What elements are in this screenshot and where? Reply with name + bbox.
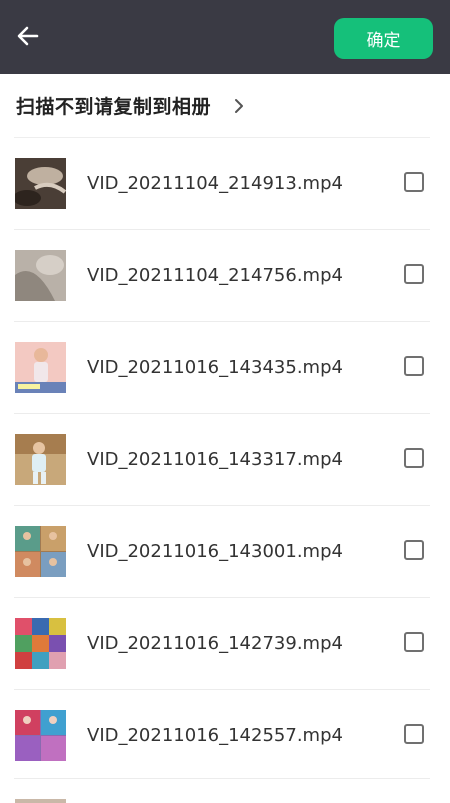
video-thumbnail	[15, 342, 66, 393]
file-name: VID_20211016_142557.mp4	[87, 725, 343, 746]
list-item[interactable]: VID_20211016_142557.mp4	[14, 689, 430, 781]
top-bar: 确定	[0, 0, 450, 74]
video-file-list: VID_20211104_214913.mp4 VID_20211104_214…	[0, 137, 450, 781]
arrow-left-icon	[16, 24, 40, 52]
file-name: VID_20211016_143001.mp4	[87, 541, 343, 562]
video-thumbnail	[15, 710, 66, 761]
list-item[interactable]: VID_20211016_143435.mp4	[14, 321, 430, 413]
copy-to-album-hint[interactable]: 扫描不到请复制到相册	[0, 74, 450, 136]
confirm-button[interactable]: 确定	[334, 18, 433, 59]
video-thumbnail	[15, 618, 66, 669]
file-name: VID_20211016_143435.mp4	[87, 357, 343, 378]
chevron-right-icon	[233, 97, 245, 115]
list-item[interactable]: VID_20211104_214756.mp4	[14, 229, 430, 321]
video-thumbnail	[15, 250, 66, 301]
list-item[interactable]: VID_20211104_214913.mp4	[14, 137, 430, 229]
file-name: VID_20211016_142739.mp4	[87, 633, 343, 654]
select-checkbox[interactable]	[404, 172, 424, 192]
hint-label: 扫描不到请复制到相册	[16, 95, 212, 118]
file-name: VID_20211016_143317.mp4	[87, 449, 343, 470]
video-thumbnail	[15, 434, 66, 485]
video-thumbnail	[15, 526, 66, 577]
file-name: VID_20211104_214756.mp4	[87, 265, 343, 286]
select-checkbox[interactable]	[404, 632, 424, 652]
list-item[interactable]: VID_20211016_142739.mp4	[14, 597, 430, 689]
list-item[interactable]: VID_20211016_143001.mp4	[14, 505, 430, 597]
select-checkbox[interactable]	[404, 356, 424, 376]
select-checkbox[interactable]	[404, 448, 424, 468]
select-checkbox[interactable]	[404, 724, 424, 744]
video-thumbnail	[15, 158, 66, 209]
list-item-partial	[14, 778, 430, 803]
select-checkbox[interactable]	[404, 540, 424, 560]
back-button[interactable]	[10, 20, 46, 56]
select-checkbox[interactable]	[404, 264, 424, 284]
file-name: VID_20211104_214913.mp4	[87, 173, 343, 194]
list-item[interactable]: VID_20211016_143317.mp4	[14, 413, 430, 505]
